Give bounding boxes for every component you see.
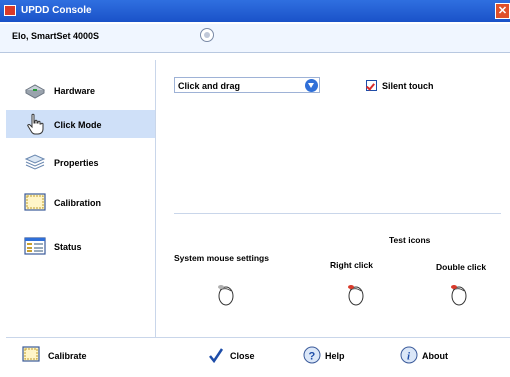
click-mode-select[interactable]: Click and drag [174,77,320,93]
calibrate-icon [22,346,40,362]
calibrate-button[interactable]: Calibrate [22,344,102,366]
silent-touch-checkbox[interactable] [366,80,377,91]
checkmark-icon [209,348,224,363]
sidebar-item-calibration[interactable]: Calibration [6,188,155,216]
close-label: Close [230,351,255,361]
about-button[interactable]: i About [400,344,470,366]
sidebar-item-label: Properties [54,158,99,168]
device-bar: Elo, SmartSet 4000S [0,24,510,53]
test-icons-label: Test icons [389,235,431,245]
hand-pointer-icon [27,113,44,135]
app-icon [4,5,16,16]
sidebar-item-label: Click Mode [54,120,102,130]
device-name: Elo, SmartSet 4000S [12,31,100,41]
window-close-button[interactable]: ✕ [495,3,510,19]
click-mode-value: Click and drag [178,81,241,91]
sidebar-item-status[interactable]: Status [6,232,155,260]
system-mouse-icon[interactable] [216,282,234,306]
sidebar-item-label: Calibration [54,198,102,208]
calibrate-label: Calibrate [48,351,87,361]
double-click-mouse-icon[interactable] [449,282,467,306]
svg-text:?: ? [309,351,316,363]
right-click-mouse-icon[interactable] [346,282,364,306]
device-selector-button[interactable] [200,28,214,42]
right-click-label: Right click [330,260,373,270]
sidebar-item-properties[interactable]: Properties [6,148,155,176]
window-title: UPDD Console [21,5,92,16]
about-label: About [422,351,448,361]
help-label: Help [325,351,345,361]
properties-icon [24,154,46,170]
system-mouse-settings-label: System mouse settings [174,253,269,263]
calibration-icon [24,193,46,211]
help-icon: ? [303,346,321,364]
sidebar-item-click-mode[interactable]: Click Mode [6,110,155,138]
sidebar-item-label: Status [54,242,82,252]
main-panel: Click and drag Silent touch Test icons S… [156,60,510,337]
silent-touch-label: Silent touch [382,81,434,91]
status-icon [24,237,46,255]
hardware-icon [24,84,46,99]
help-button[interactable]: ? Help [303,344,363,366]
close-button[interactable]: Close [208,344,268,366]
sidebar-item-hardware[interactable]: Hardware [6,76,155,104]
sidebar: Hardware Click Mode Properties Calibrati… [6,60,155,337]
chevron-down-icon[interactable] [305,79,318,92]
footer-divider [6,337,510,338]
sidebar-item-label: Hardware [54,86,96,96]
info-icon: i [400,346,418,364]
double-click-label: Double click [436,262,487,272]
title-bar: UPDD Console ✕ [0,0,510,22]
section-divider [174,213,501,214]
